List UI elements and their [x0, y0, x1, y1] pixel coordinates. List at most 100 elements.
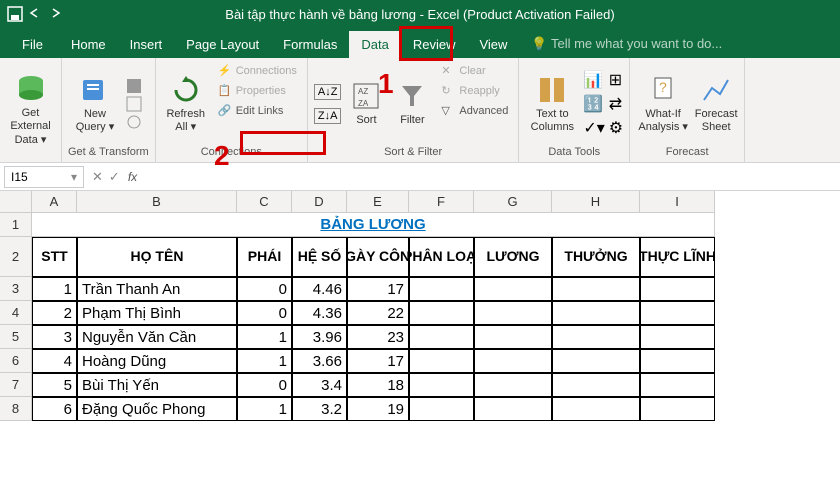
- tab-pagelayout[interactable]: Page Layout: [174, 31, 271, 58]
- cell[interactable]: [474, 373, 552, 397]
- cell[interactable]: [640, 373, 715, 397]
- cell[interactable]: [474, 397, 552, 421]
- row-header[interactable]: 7: [0, 373, 32, 397]
- edit-links-button[interactable]: 🔗Edit Links: [214, 102, 301, 120]
- row-header[interactable]: 3: [0, 277, 32, 301]
- cell[interactable]: 4: [32, 349, 77, 373]
- from-table-icon[interactable]: [126, 96, 142, 112]
- reapply-button[interactable]: ↻Reapply: [437, 82, 512, 100]
- cell[interactable]: [640, 325, 715, 349]
- cell[interactable]: 0: [237, 301, 292, 325]
- cell[interactable]: 18: [347, 373, 409, 397]
- cell[interactable]: [552, 397, 640, 421]
- enter-icon[interactable]: ✓: [109, 169, 120, 185]
- cell[interactable]: 4.46: [292, 277, 347, 301]
- cell[interactable]: Trần Thanh An: [77, 277, 237, 301]
- row-header[interactable]: 1: [0, 213, 32, 237]
- column-header[interactable]: G: [474, 191, 552, 213]
- row-header[interactable]: 5: [0, 325, 32, 349]
- column-header[interactable]: C: [237, 191, 292, 213]
- tab-home[interactable]: Home: [59, 31, 118, 58]
- cell[interactable]: 3.2: [292, 397, 347, 421]
- tab-formulas[interactable]: Formulas: [271, 31, 349, 58]
- cell[interactable]: 1: [237, 349, 292, 373]
- formula-bar[interactable]: fx: [128, 170, 840, 184]
- cell[interactable]: 1: [237, 397, 292, 421]
- advanced-button[interactable]: ▽Advanced: [437, 102, 512, 120]
- show-queries-icon[interactable]: [126, 78, 142, 94]
- cell[interactable]: [409, 373, 474, 397]
- cell[interactable]: HỌ TÊN: [77, 237, 237, 277]
- cell[interactable]: [474, 301, 552, 325]
- cell[interactable]: [640, 301, 715, 325]
- cell[interactable]: 2: [32, 301, 77, 325]
- redo-icon[interactable]: [46, 5, 64, 23]
- cell[interactable]: Hoàng Dũng: [77, 349, 237, 373]
- cell[interactable]: [552, 277, 640, 301]
- refresh-all-button[interactable]: Refresh All ▾: [162, 62, 210, 146]
- cell[interactable]: Phạm Thị Bình: [77, 301, 237, 325]
- cell[interactable]: [409, 349, 474, 373]
- cell[interactable]: [640, 277, 715, 301]
- row-header[interactable]: 8: [0, 397, 32, 421]
- cell[interactable]: [409, 301, 474, 325]
- cell[interactable]: PHÂN LOẠI: [409, 237, 474, 277]
- cell[interactable]: [409, 325, 474, 349]
- save-icon[interactable]: [6, 5, 24, 23]
- remove-duplicates-icon[interactable]: 🔢: [583, 94, 604, 114]
- cell[interactable]: THỰC LĨNH: [640, 237, 715, 277]
- relationships-icon[interactable]: ⇄: [609, 94, 623, 114]
- connections-button[interactable]: ⚡Connections: [214, 62, 301, 80]
- cell[interactable]: 1: [237, 325, 292, 349]
- sort-az-button[interactable]: A↓Z: [314, 84, 342, 100]
- undo-icon[interactable]: [26, 5, 44, 23]
- cell[interactable]: 1: [32, 277, 77, 301]
- tab-tellme[interactable]: 💡 Tell me what you want to do...: [519, 30, 734, 58]
- cell[interactable]: NGÀY CÔNG: [347, 237, 409, 277]
- cell[interactable]: PHÁI: [237, 237, 292, 277]
- cell[interactable]: 3.66: [292, 349, 347, 373]
- data-validation-icon[interactable]: ✓▾: [583, 118, 604, 138]
- cell[interactable]: [409, 397, 474, 421]
- clear-button[interactable]: ✕Clear: [437, 62, 512, 80]
- tab-file[interactable]: File: [10, 31, 55, 58]
- cell[interactable]: [474, 325, 552, 349]
- tab-data[interactable]: Data: [349, 31, 400, 58]
- sort-za-button[interactable]: Z↓A: [314, 108, 342, 124]
- what-if-button[interactable]: ? What-If Analysis ▾: [636, 62, 690, 146]
- cell[interactable]: 17: [347, 277, 409, 301]
- tab-view[interactable]: View: [467, 31, 519, 58]
- cell[interactable]: 3.4: [292, 373, 347, 397]
- column-header[interactable]: I: [640, 191, 715, 213]
- cell[interactable]: [409, 277, 474, 301]
- cell[interactable]: 3.96: [292, 325, 347, 349]
- filter-button[interactable]: Filter: [391, 62, 433, 146]
- select-all-corner[interactable]: [0, 191, 32, 213]
- cell[interactable]: [474, 277, 552, 301]
- tab-insert[interactable]: Insert: [118, 31, 175, 58]
- name-box[interactable]: I15▾: [4, 166, 84, 188]
- column-header[interactable]: B: [77, 191, 237, 213]
- cell[interactable]: STT: [32, 237, 77, 277]
- cell[interactable]: 5: [32, 373, 77, 397]
- flash-fill-icon[interactable]: 📊: [583, 70, 604, 90]
- sort-button[interactable]: AZZA Sort: [345, 62, 387, 146]
- cell[interactable]: 0: [237, 373, 292, 397]
- cell[interactable]: LƯƠNG: [474, 237, 552, 277]
- cell[interactable]: 0: [237, 277, 292, 301]
- cell[interactable]: [640, 397, 715, 421]
- cell[interactable]: Đặng Quốc Phong: [77, 397, 237, 421]
- text-to-columns-button[interactable]: Text to Columns: [525, 62, 579, 146]
- cell[interactable]: 3: [32, 325, 77, 349]
- cell[interactable]: 19: [347, 397, 409, 421]
- get-external-data-button[interactable]: Get External Data ▾: [6, 62, 55, 158]
- sheet-title[interactable]: BẢNG LƯƠNG: [32, 213, 715, 237]
- cell[interactable]: THƯỞNG: [552, 237, 640, 277]
- cell[interactable]: [552, 349, 640, 373]
- cancel-icon[interactable]: ✕: [92, 169, 103, 185]
- cell[interactable]: HỆ SỐ: [292, 237, 347, 277]
- cell[interactable]: [552, 373, 640, 397]
- new-query-button[interactable]: New Query ▾: [68, 62, 122, 146]
- consolidate-icon[interactable]: ⊞: [609, 70, 623, 90]
- cell[interactable]: [552, 301, 640, 325]
